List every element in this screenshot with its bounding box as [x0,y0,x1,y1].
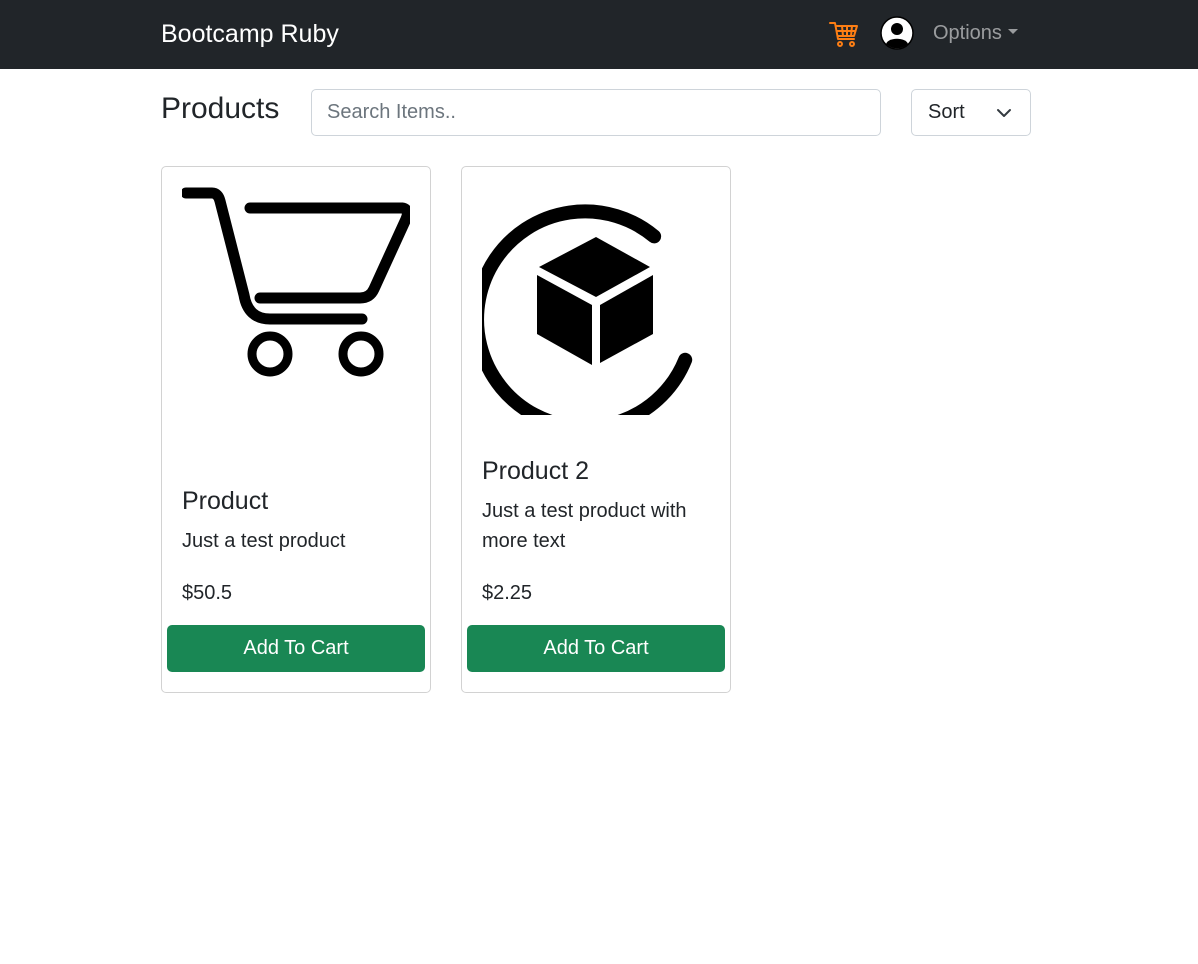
product-card: Product 2 Just a test product with more … [461,166,731,693]
package-box-icon [482,204,693,415]
product-price: $2.25 [482,582,533,604]
page-title: Products [161,92,280,125]
options-label: Options [933,22,1002,44]
shopping-cart-icon[interactable] [828,19,860,49]
add-to-cart-button[interactable]: Add To Cart [167,625,425,672]
chevron-down-icon [997,109,1011,117]
navbar: Bootcamp Ruby Options [0,0,1198,69]
product-description: Just a test product with more text [482,500,687,552]
product-title: Product [182,487,269,515]
product-title: Product 2 [482,457,590,485]
user-avatar-icon[interactable] [880,16,914,50]
product-description: Just a test product [182,530,346,552]
options-dropdown[interactable]: Options [933,19,1018,47]
product-card: Product Just a test product $50.5 Add To… [161,166,431,693]
product-price: $50.5 [182,582,233,604]
search-input[interactable] [311,89,881,136]
sort-label: Sort [928,101,965,123]
shopping-cart-icon [182,187,410,377]
caret-down-icon [1007,28,1018,34]
brand-link[interactable]: Bootcamp Ruby [161,17,339,51]
sort-select[interactable]: Sort [911,89,1031,136]
add-to-cart-button[interactable]: Add To Cart [467,625,725,672]
